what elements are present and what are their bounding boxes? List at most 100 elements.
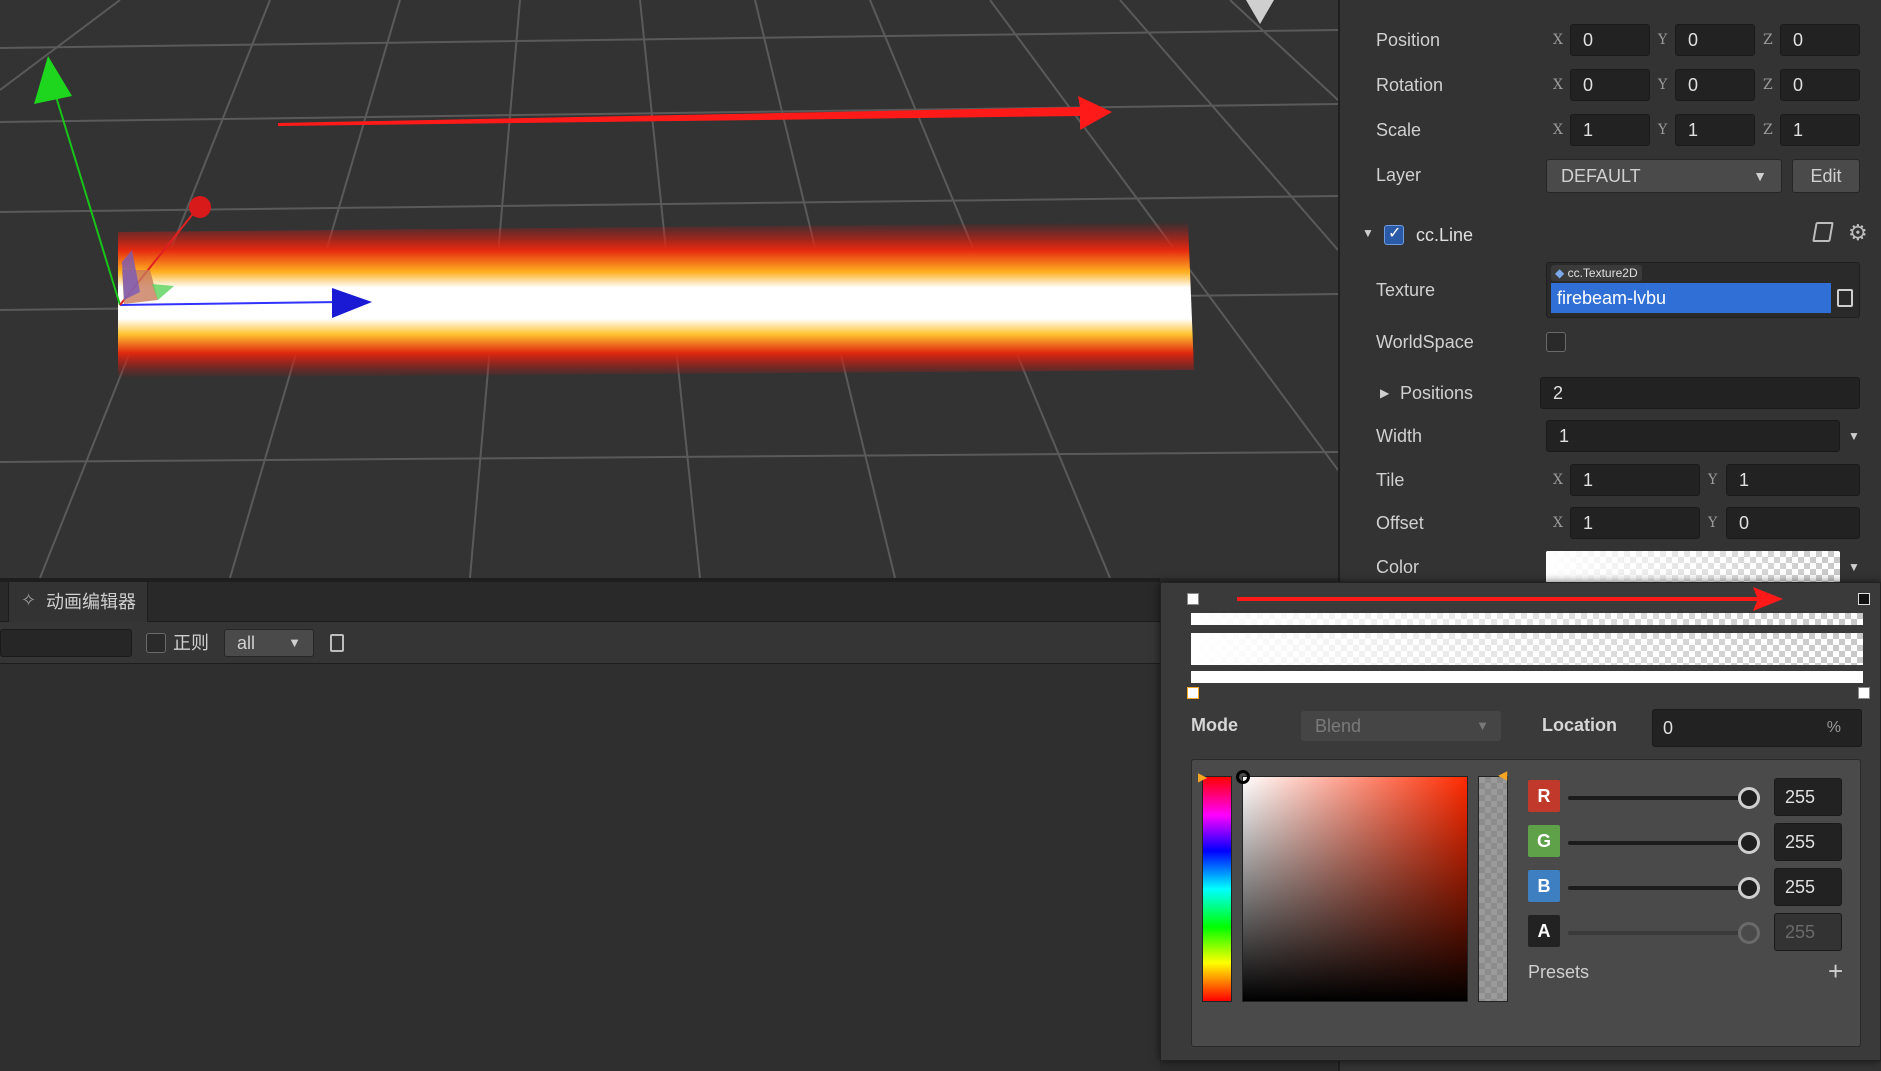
tile-y-input[interactable]: 1 xyxy=(1726,464,1860,496)
alpha-stop-end[interactable] xyxy=(1858,593,1870,605)
color-label: Color xyxy=(1376,557,1420,577)
offset-y-input[interactable]: 0 xyxy=(1726,507,1860,539)
hue-slider[interactable] xyxy=(1202,776,1232,1002)
tile-x-input[interactable]: 1 xyxy=(1570,464,1700,496)
color-stop-start[interactable] xyxy=(1187,687,1199,699)
axis-y-label: Y xyxy=(1658,77,1668,93)
gradient-editor-popup: Mode Blend ▼ Location 0 % ▶ ◀ R 255 G 25… xyxy=(1160,582,1881,1061)
rotation-x-input[interactable]: 0 xyxy=(1570,69,1650,101)
color-gradient-swatch[interactable] xyxy=(1546,551,1840,583)
texture-asset-name[interactable]: firebeam-lvbu xyxy=(1551,283,1831,313)
channel-b-knob[interactable] xyxy=(1738,877,1760,899)
expand-arrow-icon[interactable]: ▶ xyxy=(1380,373,1389,413)
color-row: Color ▼ xyxy=(1340,547,1881,587)
channel-r-track[interactable] xyxy=(1568,796,1756,800)
rotation-row: Rotation X 0 Y 0 Z 0 xyxy=(1340,65,1881,105)
scene-canvas[interactable] xyxy=(0,0,1338,578)
mode-select[interactable]: Blend ▼ xyxy=(1301,711,1501,741)
channel-r-knob[interactable] xyxy=(1738,787,1760,809)
channel-g-row: G 255 xyxy=(1528,823,1858,861)
filter-value: all xyxy=(237,633,256,653)
channel-a-input: 255 xyxy=(1774,913,1842,951)
worldspace-label: WorldSpace xyxy=(1376,332,1474,352)
axis-y-label: Y xyxy=(1658,122,1668,138)
position-z-input[interactable]: 0 xyxy=(1780,24,1860,56)
location-value: 0 xyxy=(1663,718,1674,738)
scene-viewport[interactable] xyxy=(0,0,1338,578)
position-x-input[interactable]: 0 xyxy=(1570,24,1650,56)
curve-dropdown-icon[interactable]: ▼ xyxy=(1848,416,1860,456)
axis-y-label: Y xyxy=(1708,515,1718,531)
alpha-slider[interactable] xyxy=(1478,776,1508,1002)
position-y-input[interactable]: 0 xyxy=(1675,24,1755,56)
axis-x-label: X xyxy=(1553,77,1563,93)
axis-z-label: Z xyxy=(1763,122,1773,138)
offset-row: Offset X 1 Y 0 xyxy=(1340,503,1881,543)
channel-b-track[interactable] xyxy=(1568,886,1756,890)
scale-z-input[interactable]: 1 xyxy=(1780,114,1860,146)
search-input[interactable] xyxy=(0,629,132,657)
channel-g-badge: G xyxy=(1528,825,1560,857)
gizmo-y-cone xyxy=(34,56,72,104)
worldspace-checkbox[interactable] xyxy=(1546,332,1566,352)
alpha-stop-start[interactable] xyxy=(1187,593,1199,605)
panel-tab-bar: ✧ 动画编辑器 xyxy=(0,582,1160,622)
scale-x-input[interactable]: 1 xyxy=(1570,114,1650,146)
gizmo-y-axis xyxy=(53,89,121,306)
alpha-strip xyxy=(1191,613,1863,625)
channel-r-badge: R xyxy=(1528,780,1560,812)
tab-animation-editor[interactable]: ✧ 动画编辑器 xyxy=(8,582,148,622)
axis-y-label: Y xyxy=(1708,472,1718,488)
channel-r-input[interactable]: 255 xyxy=(1774,778,1842,816)
position-row: Position X 0 Y 0 Z 0 xyxy=(1340,20,1881,60)
mode-label: Mode xyxy=(1191,715,1238,735)
regex-checkbox[interactable] xyxy=(146,633,166,653)
color-stop-end[interactable] xyxy=(1858,687,1870,699)
layer-select[interactable]: DEFAULT ▼ xyxy=(1546,159,1782,193)
axis-x-label: X xyxy=(1553,32,1563,48)
diamond-icon: ◆ xyxy=(1555,266,1565,280)
layer-value: DEFAULT xyxy=(1561,166,1641,186)
rotation-label: Rotation xyxy=(1376,75,1444,95)
add-preset-button[interactable]: + xyxy=(1828,956,1843,987)
gear-icon[interactable]: ⚙ xyxy=(1848,220,1868,246)
collapse-arrow-icon[interactable]: ▼ xyxy=(1362,226,1374,240)
channel-a-track xyxy=(1568,931,1756,935)
texture-asset-field[interactable]: ◆ cc.Texture2D firebeam-lvbu xyxy=(1546,262,1860,318)
presets-label: Presets xyxy=(1528,962,1590,982)
channel-b-input[interactable]: 255 xyxy=(1774,868,1842,906)
animation-editor-panel: ✧ 动画编辑器 正则 all ▼ xyxy=(0,578,1160,1071)
component-enabled-checkbox[interactable] xyxy=(1384,223,1404,245)
axis-z-label: Z xyxy=(1763,77,1773,93)
locate-asset-icon[interactable] xyxy=(1837,289,1853,307)
color-dropdown-icon[interactable]: ▼ xyxy=(1848,547,1860,587)
scale-y-input[interactable]: 1 xyxy=(1675,114,1755,146)
channel-g-knob[interactable] xyxy=(1738,832,1760,854)
rotation-y-input[interactable]: 0 xyxy=(1675,69,1755,101)
location-input[interactable]: 0 % xyxy=(1652,709,1862,747)
filter-select[interactable]: all ▼ xyxy=(224,629,314,657)
layer-edit-button[interactable]: Edit xyxy=(1792,159,1860,193)
chevron-down-icon: ▼ xyxy=(1476,718,1489,733)
width-row: Width 1 ▼ xyxy=(1340,416,1881,456)
axis-x-label: X xyxy=(1553,122,1563,138)
rotation-z-input[interactable]: 0 xyxy=(1780,69,1860,101)
component-header[interactable]: ▼ cc.Line ⚙ xyxy=(1340,210,1881,260)
channel-g-track[interactable] xyxy=(1568,841,1756,845)
offset-label: Offset xyxy=(1376,513,1424,533)
location-unit: % xyxy=(1826,719,1841,736)
offset-x-input[interactable]: 1 xyxy=(1570,507,1700,539)
sv-cursor[interactable] xyxy=(1236,770,1250,784)
channel-b-badge: B xyxy=(1528,870,1560,902)
gizmo-z-handle xyxy=(189,196,211,218)
scale-label: Scale xyxy=(1376,120,1422,140)
channel-g-input[interactable]: 255 xyxy=(1774,823,1842,861)
positions-row: ▶ Positions 2 xyxy=(1340,373,1881,413)
width-input[interactable]: 1 xyxy=(1546,420,1840,452)
positions-count-input[interactable]: 2 xyxy=(1540,377,1860,409)
document-icon[interactable] xyxy=(330,634,344,652)
channel-a-knob xyxy=(1738,922,1760,944)
saturation-value-area[interactable] xyxy=(1242,776,1468,1002)
book-icon[interactable] xyxy=(1812,222,1834,242)
scale-row: Scale X 1 Y 1 Z 1 xyxy=(1340,110,1881,150)
